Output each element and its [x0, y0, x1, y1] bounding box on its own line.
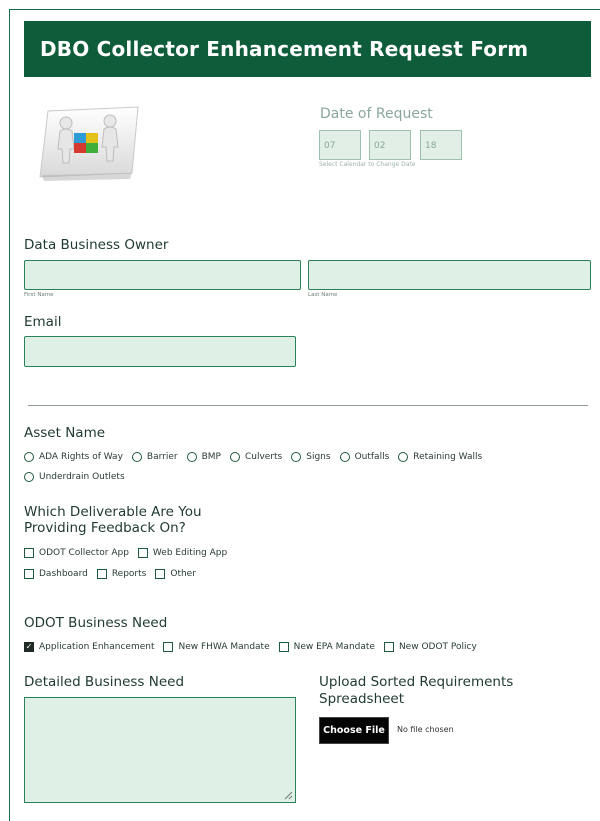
radio-icon[interactable]	[339, 452, 350, 462]
first-name-caption: First Name	[24, 292, 54, 298]
last-name-caption: Last Name	[308, 292, 338, 298]
deliverable-label: Which Deliverable Are You Providing Feed…	[24, 504, 202, 536]
choose-file-button[interactable]: Choose File	[319, 717, 389, 744]
deliverable-option-label: Other	[170, 569, 196, 579]
last-name-field[interactable]	[308, 260, 591, 290]
business-need-option-label: New FHWA Mandate	[178, 642, 270, 652]
business-need-option[interactable]: ✓ Application Enhancement	[24, 642, 154, 652]
deliverable-option[interactable]: Web Editing App	[137, 548, 228, 558]
business-need-option[interactable]: New FHWA Mandate	[163, 642, 270, 652]
business-need-option[interactable]: New ODOT Policy	[383, 642, 477, 652]
deliverable-option[interactable]: Reports	[96, 569, 147, 579]
asset-option-label: Underdrain Outlets	[39, 472, 125, 482]
email-field[interactable]	[24, 336, 296, 367]
asset-option[interactable]: BMP	[186, 452, 221, 462]
checkbox-icon[interactable]	[163, 642, 174, 652]
deliverable-option-label: ODOT Collector App	[39, 548, 129, 558]
upload-label-line-1: Upload Sorted Requirements	[319, 674, 514, 690]
business-need-option-label: New ODOT Policy	[398, 642, 477, 652]
email-label: Email	[24, 314, 62, 330]
checkbox-checked-icon[interactable]: ✓	[24, 642, 34, 652]
deliverable-option[interactable]: ODOT Collector App	[24, 548, 129, 558]
asset-option-label: Outfalls	[354, 452, 390, 462]
asset-option[interactable]: Culverts	[229, 452, 283, 462]
asset-option-label: BMP	[201, 452, 221, 462]
asset-option-label: Signs	[306, 452, 331, 462]
asset-option[interactable]: Retaining Walls	[398, 452, 482, 462]
checkbox-icon[interactable]	[24, 548, 34, 558]
radio-icon[interactable]	[398, 452, 409, 462]
deliverable-option-label: Web Editing App	[152, 548, 228, 558]
upload-label-line-2: Spreadsheet	[319, 691, 405, 707]
asset-option[interactable]: Underdrain Outlets	[24, 472, 125, 482]
radio-icon[interactable]	[131, 452, 142, 462]
asset-option[interactable]: Signs	[291, 452, 331, 462]
business-need-option-label: Application Enhancement	[39, 642, 155, 652]
date-year-field[interactable]: 18	[420, 130, 462, 160]
date-month-field[interactable]: 07	[319, 130, 361, 160]
data-business-owner-label: Data Business Owner	[24, 237, 169, 253]
radio-icon[interactable]	[186, 452, 197, 462]
asset-option-label: Culverts	[244, 452, 283, 462]
people-puzzle-logo-icon	[34, 103, 142, 181]
resize-grip-icon[interactable]	[283, 790, 293, 800]
checkbox-icon[interactable]	[278, 642, 289, 652]
asset-options-row-2: Underdrain Outlets	[24, 472, 134, 482]
section-divider	[28, 405, 588, 406]
asset-option-label: ADA Rights of Way	[39, 452, 123, 462]
upload-label: Upload Sorted Requirements Spreadsheet	[319, 674, 513, 708]
checkbox-icon[interactable]	[137, 548, 148, 558]
asset-options-row-1: ADA Rights of Way Barrier BMP Culverts S…	[24, 452, 491, 462]
asset-option-label: Barrier	[146, 452, 178, 462]
checkbox-icon[interactable]	[96, 569, 107, 579]
radio-icon[interactable]	[24, 472, 34, 482]
form-title: DBO Collector Enhancement Request Form	[24, 21, 591, 77]
business-need-option[interactable]: New EPA Mandate	[278, 642, 375, 652]
detailed-business-need-textarea[interactable]	[24, 697, 296, 803]
date-of-request-label: Date of Request	[320, 106, 433, 122]
date-hint: Select Calendar to Change Date	[319, 161, 416, 168]
date-day-field[interactable]: 02	[369, 130, 411, 160]
asset-option-label: Retaining Walls	[413, 452, 483, 462]
file-status-text: No file chosen	[397, 725, 454, 734]
radio-icon[interactable]	[291, 452, 302, 462]
first-name-field[interactable]	[24, 260, 301, 290]
deliverable-option[interactable]: Dashboard	[24, 569, 88, 579]
checkbox-icon[interactable]	[155, 569, 166, 579]
asset-name-label: Asset Name	[24, 425, 106, 441]
checkbox-icon[interactable]	[24, 569, 34, 579]
deliverable-option[interactable]: Other	[155, 569, 196, 579]
odot-business-need-label: ODOT Business Need	[24, 615, 168, 631]
business-need-option-label: New EPA Mandate	[293, 642, 375, 652]
detailed-business-need-label: Detailed Business Need	[24, 674, 185, 690]
asset-option[interactable]: Outfalls	[339, 452, 390, 462]
deliverable-options-row-1: ODOT Collector App Web Editing App	[24, 548, 236, 558]
deliverable-option-label: Reports	[111, 569, 147, 579]
radio-icon[interactable]	[24, 452, 34, 462]
deliverable-options-row-2: Dashboard Reports Other	[24, 569, 205, 579]
deliverable-option-label: Dashboard	[39, 569, 88, 579]
business-need-options-row: ✓ Application Enhancement New FHWA Mandat…	[24, 642, 486, 652]
asset-option[interactable]: ADA Rights of Way	[24, 452, 123, 462]
radio-icon[interactable]	[229, 452, 240, 462]
deliverable-label-line-1: Which Deliverable Are You	[24, 504, 202, 520]
asset-option[interactable]: Barrier	[131, 452, 178, 462]
checkbox-icon[interactable]	[383, 642, 394, 652]
deliverable-label-line-2: Providing Feedback On?	[24, 520, 186, 536]
